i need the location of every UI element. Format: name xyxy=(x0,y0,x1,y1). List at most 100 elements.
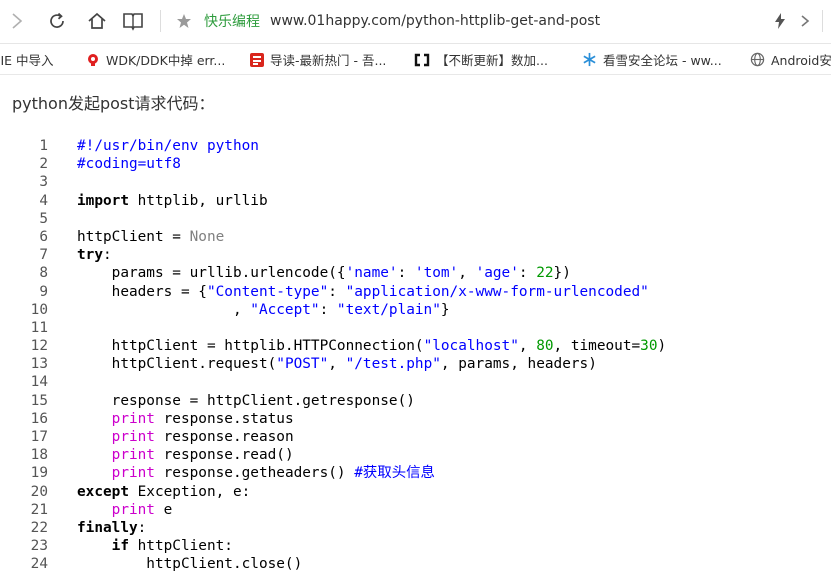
code-text: params = urllib.urlencode({'name': 'tom'… xyxy=(77,264,571,282)
line-number: 14 xyxy=(30,374,48,391)
snowflake-icon xyxy=(582,52,597,67)
code-token: : xyxy=(328,283,346,300)
code-token: except xyxy=(77,483,129,500)
code-line: 20 except Exception, e: xyxy=(0,483,831,501)
home-icon[interactable] xyxy=(84,8,110,34)
code-token: } xyxy=(440,301,450,318)
code-token: , xyxy=(518,338,537,355)
line-number: 5 xyxy=(39,210,48,227)
code-token: , timeout= xyxy=(553,338,641,355)
line-number: 4 xyxy=(39,192,48,209)
bookmark-android[interactable]: Android安 xyxy=(750,44,831,74)
bookmark-wdk[interactable]: WDK/DDK中掉 err... xyxy=(86,44,226,74)
code-token: "localhost" xyxy=(423,338,519,355)
code-text: response = httpClient.getresponse() xyxy=(77,392,415,410)
code-text: , "Accept": "text/plain"} xyxy=(77,301,450,319)
line-number: 3 xyxy=(39,174,48,191)
code-token: httpClient = httplib.HTTPConnection( xyxy=(77,338,424,355)
toolbar-separator xyxy=(160,10,161,32)
code-line: 2 #coding=utf8 xyxy=(0,155,831,173)
article-intro: python发起post请求代码： xyxy=(12,94,215,113)
line-number: 17 xyxy=(30,429,48,445)
code-token: , xyxy=(77,301,251,318)
code-text: httpClient.request("POST", "/test.php", … xyxy=(77,355,597,373)
code-token: httplib, urllib xyxy=(128,192,268,209)
code-line: 6 httpClient = None xyxy=(0,228,831,246)
code-line: 9 headers = {"Content-type": "applicatio… xyxy=(0,283,831,301)
bookmark-label: WDK/DDK中掉 err... xyxy=(106,53,226,68)
line-number: 21 xyxy=(30,501,48,518)
code-text: print response.getheaders() #获取头信息 xyxy=(77,464,435,482)
chevron-right-icon[interactable] xyxy=(796,8,814,34)
code-line: 3 xyxy=(0,173,831,191)
code-line: 24 httpClient.close() xyxy=(0,555,831,573)
bracket-favicon xyxy=(414,53,430,67)
code-token: 'age' xyxy=(475,265,519,282)
code-token: , params, headers) xyxy=(440,356,597,373)
line-number: 7 xyxy=(39,247,48,264)
reload-icon[interactable] xyxy=(44,8,70,34)
line-number: 1 xyxy=(39,138,48,154)
code-line: 22 finally: xyxy=(0,519,831,537)
line-number: 11 xyxy=(30,319,48,336)
code-line: 23 if httpClient: xyxy=(0,537,831,555)
red-square-favicon xyxy=(250,52,264,67)
code-token: : xyxy=(397,265,415,282)
code-line: 14 xyxy=(0,373,831,391)
code-text: finally: xyxy=(77,519,146,537)
code-line: 5 xyxy=(0,210,831,228)
code-token: httpClient: xyxy=(128,538,233,555)
line-number: 22 xyxy=(30,519,48,536)
bookmark-label: Android安 xyxy=(771,53,831,68)
code-token: print xyxy=(111,501,155,518)
reader-mode-icon[interactable] xyxy=(120,8,146,34)
bookmark-updates[interactable]: 【不断更新】数加... xyxy=(414,44,548,74)
address-bar[interactable]: 快乐编程 www.01happy.com/python-httplib-get-… xyxy=(204,8,600,34)
code-token: import xyxy=(77,192,129,209)
code-text: except Exception, e: xyxy=(77,483,250,501)
code-line: 19 print response.getheaders() #获取头信息 xyxy=(0,464,831,482)
url-text[interactable]: www.01happy.com/python-httplib-get-and-p… xyxy=(270,13,600,29)
line-number: 2 xyxy=(39,156,48,173)
code-text: print response.status xyxy=(77,410,294,428)
code-block: 1 #!/usr/bin/env python 2 #coding=utf8 3 4 imp… xyxy=(0,137,831,574)
code-token: "text/plain" xyxy=(336,301,441,318)
lightning-icon[interactable] xyxy=(770,8,790,34)
bookmark-import-ie[interactable]: 入IE 中导入 xyxy=(0,44,54,74)
bookmark-daodu[interactable]: 导读-最新热门 - 吾... xyxy=(250,44,387,74)
forward-icon[interactable] xyxy=(6,8,28,34)
code-text: #!/usr/bin/env python xyxy=(77,137,259,155)
code-line: 18 print response.read() xyxy=(0,446,831,464)
code-line: 21 print e xyxy=(0,501,831,519)
code-token: try xyxy=(77,247,103,264)
code-token: response.read() xyxy=(154,447,294,464)
code-token: , xyxy=(328,356,346,373)
code-token: "POST" xyxy=(276,356,329,373)
bookmark-label: 【不断更新】数加... xyxy=(436,53,548,68)
code-token: if xyxy=(111,538,129,555)
code-token: e xyxy=(154,501,173,518)
code-token: response.getheaders() xyxy=(154,465,355,482)
code-token: 30 xyxy=(640,338,658,355)
code-token: headers = { xyxy=(77,283,207,300)
bookmark-label: 导读-最新热门 - 吾... xyxy=(270,53,387,68)
bookmark-kanxue[interactable]: 看雪安全论坛 - ww... xyxy=(582,44,722,74)
code-token: , xyxy=(458,265,476,282)
code-text: if httpClient: xyxy=(77,537,233,555)
code-token: : xyxy=(103,247,112,264)
code-token: }) xyxy=(553,265,571,282)
code-token: 80 xyxy=(536,338,554,355)
code-line: 1 #!/usr/bin/env python xyxy=(0,137,831,155)
line-number: 16 xyxy=(30,410,48,427)
bookmark-label: 看雪安全论坛 - ww... xyxy=(603,53,722,68)
line-number: 9 xyxy=(39,283,48,300)
code-token: None xyxy=(189,228,225,245)
star-icon[interactable] xyxy=(176,8,192,34)
code-token: "Accept" xyxy=(250,301,320,318)
code-token: : xyxy=(137,519,147,536)
line-number: 6 xyxy=(39,228,48,245)
code-token: httpClient = xyxy=(77,228,190,245)
code-line: 17 print response.reason xyxy=(0,428,831,446)
